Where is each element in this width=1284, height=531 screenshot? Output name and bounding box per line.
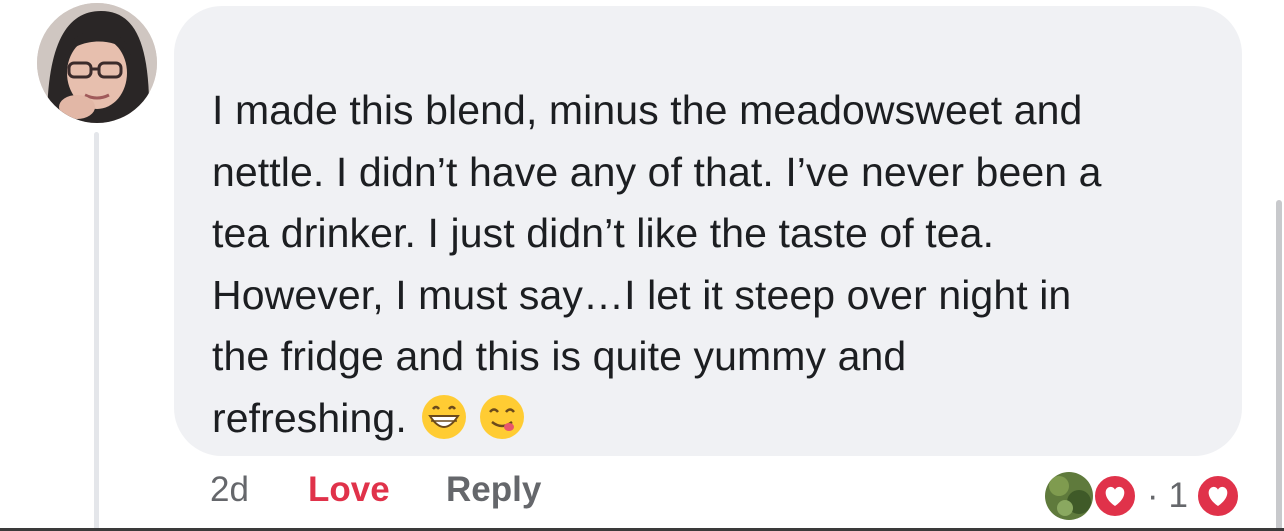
love-reaction-icon (1196, 474, 1240, 518)
grinning-face-emoji-icon (421, 394, 466, 439)
avatar-photo-icon (37, 3, 157, 123)
reaction-summary[interactable]: · 1 (1044, 472, 1240, 520)
thread-connector-line (94, 132, 99, 531)
reactor-avatar (1044, 472, 1093, 520)
love-reaction-icon (1092, 474, 1137, 518)
reply-button[interactable]: Reply (446, 470, 541, 510)
scrollbar[interactable] (1276, 200, 1282, 531)
commenter-avatar[interactable] (37, 3, 157, 123)
comment-timestamp[interactable]: 2d (210, 470, 249, 510)
face-savoring-food-emoji-icon (479, 394, 524, 439)
comment-bubble: I made this blend, minus the meadowsweet… (174, 6, 1242, 456)
reactor-photo-icon (1044, 472, 1093, 520)
comment-text: I made this blend, minus the meadowsweet… (212, 80, 1222, 449)
reaction-separator: · (1146, 476, 1159, 515)
reaction-count: 1 (1168, 476, 1188, 515)
love-reaction-button[interactable]: Love (308, 470, 390, 510)
comment-emojis (421, 394, 525, 440)
comment-body: I made this blend, minus the meadowsweet… (212, 87, 1102, 441)
